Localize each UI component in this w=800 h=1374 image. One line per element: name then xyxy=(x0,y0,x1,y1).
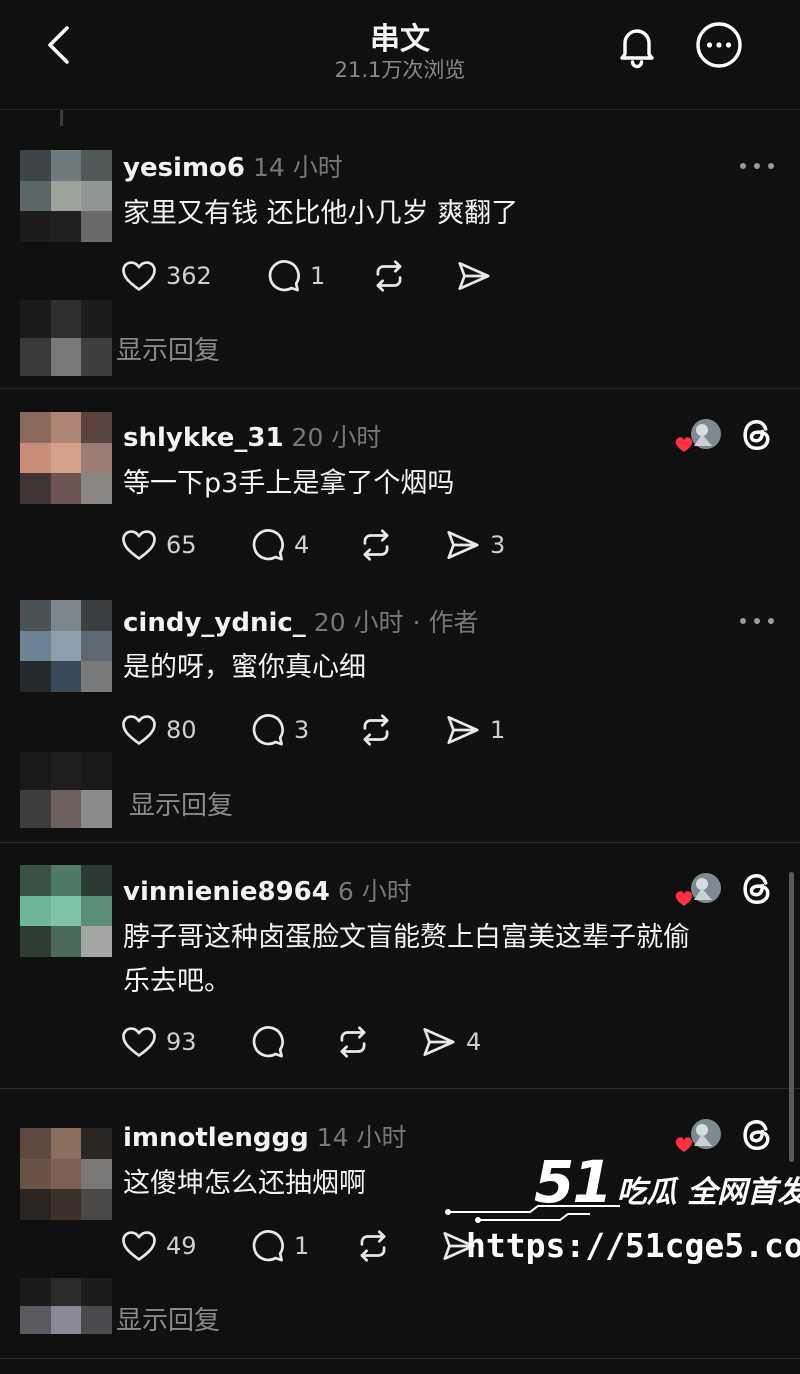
comment-icon xyxy=(248,1023,286,1061)
avatar[interactable] xyxy=(20,1128,112,1220)
comment-icon xyxy=(248,1227,286,1265)
repost-icon xyxy=(370,257,408,295)
avatar[interactable] xyxy=(20,412,112,504)
reply-count: 3 xyxy=(294,716,310,744)
show-replies-link[interactable]: 显示回复 xyxy=(129,785,233,822)
username[interactable]: cindy_ydnic_ 20 小时 · 作者 xyxy=(123,603,479,639)
repost-icon xyxy=(354,1227,392,1265)
comment-icon xyxy=(264,257,302,295)
repost-icon xyxy=(357,711,395,749)
timestamp: 14 小时 xyxy=(316,1123,407,1152)
share-count: 1 xyxy=(490,716,506,744)
comment-text: 是的呀，蜜你真心细 xyxy=(123,652,366,683)
divider xyxy=(0,1358,800,1359)
like-count: 93 xyxy=(166,1028,197,1056)
repost-button[interactable] xyxy=(357,525,395,565)
show-replies-link[interactable]: 显示回复 xyxy=(116,1300,220,1337)
heart-icon xyxy=(120,1227,158,1265)
username[interactable]: yesimo6 14 小时 xyxy=(123,148,343,184)
share-icon xyxy=(444,526,482,564)
reply-button[interactable] xyxy=(248,1022,286,1062)
repost-button[interactable] xyxy=(357,710,395,750)
author-liked-badge xyxy=(672,870,724,914)
comment-icon xyxy=(248,526,286,564)
like-button[interactable]: 362 xyxy=(120,256,212,296)
avatar[interactable] xyxy=(20,865,112,957)
author-tag: · 作者 xyxy=(412,608,479,637)
heart-icon xyxy=(675,437,693,452)
share-count: 4 xyxy=(466,1028,482,1056)
username[interactable]: imnotlenggg 14 小时 xyxy=(123,1118,406,1154)
top-bar: 串文 21.1万次浏览 xyxy=(0,0,800,110)
repost-button[interactable] xyxy=(334,1022,372,1062)
reply-button[interactable]: 1 xyxy=(264,256,325,296)
avatar[interactable] xyxy=(20,600,112,692)
reply-avatar-stack xyxy=(20,300,112,376)
divider xyxy=(0,842,800,843)
like-button[interactable]: 49 xyxy=(120,1226,197,1266)
username[interactable]: vinnienie8964 6 小时 xyxy=(123,872,412,908)
page-title: 串文 xyxy=(370,22,430,57)
share-icon xyxy=(455,257,493,295)
comment-text: 家里又有钱 还比他小几岁 爽翻了 xyxy=(123,198,519,229)
heart-icon xyxy=(120,1023,158,1061)
reply-button[interactable]: 4 xyxy=(248,525,309,565)
repost-button[interactable] xyxy=(370,256,408,296)
like-count: 65 xyxy=(166,531,197,559)
share-button[interactable] xyxy=(455,256,493,296)
bell-icon[interactable] xyxy=(612,20,662,70)
share-button[interactable]: 3 xyxy=(444,525,505,565)
like-button[interactable]: 65 xyxy=(120,525,197,565)
show-replies-link[interactable]: 显示回复 xyxy=(116,330,220,367)
timestamp: 20 小时 xyxy=(291,423,382,452)
heart-icon xyxy=(120,526,158,564)
watermark-url: https://51cge5.com xyxy=(466,1226,800,1265)
reply-avatar-stack xyxy=(20,752,112,828)
like-count: 362 xyxy=(166,262,212,290)
share-count: 3 xyxy=(490,531,506,559)
reply-count: 1 xyxy=(294,1232,310,1260)
reply-button[interactable]: 3 xyxy=(248,710,309,750)
comment-icon xyxy=(248,711,286,749)
timestamp: 14 小时 xyxy=(253,153,343,182)
share-icon xyxy=(444,711,482,749)
more-circle-icon[interactable] xyxy=(694,20,744,70)
threads-logo-icon xyxy=(738,416,776,454)
repost-button[interactable] xyxy=(354,1226,392,1266)
share-button[interactable]: 1 xyxy=(444,710,505,750)
thread-line xyxy=(60,110,63,126)
divider xyxy=(0,1088,800,1089)
reply-button[interactable]: 1 xyxy=(248,1226,309,1266)
avatar[interactable] xyxy=(20,150,112,242)
timestamp: 6 小时 xyxy=(337,877,412,906)
scrollbar[interactable] xyxy=(789,872,794,1162)
repost-icon xyxy=(334,1023,372,1061)
heart-icon xyxy=(120,711,158,749)
like-count: 49 xyxy=(166,1232,197,1260)
heart-icon xyxy=(675,891,693,906)
more-dots-icon[interactable] xyxy=(738,158,776,172)
share-icon xyxy=(420,1023,458,1061)
like-button[interactable]: 80 xyxy=(120,710,197,750)
repost-icon xyxy=(357,526,395,564)
divider xyxy=(0,388,800,389)
share-button[interactable]: 4 xyxy=(420,1022,481,1062)
like-button[interactable]: 93 xyxy=(120,1022,197,1062)
threads-logo-icon xyxy=(738,870,776,908)
like-count: 80 xyxy=(166,716,197,744)
more-dots-icon[interactable] xyxy=(738,613,776,627)
timestamp: 20 小时 xyxy=(313,608,404,637)
reply-count: 4 xyxy=(294,531,310,559)
author-liked-badge xyxy=(672,416,724,460)
reply-count: 1 xyxy=(310,262,326,290)
heart-icon xyxy=(120,257,158,295)
comment-text: 等一下p3手上是拿了个烟吗 xyxy=(123,468,455,499)
reply-avatar-stack xyxy=(20,1278,112,1334)
view-count: 21.1万次浏览 xyxy=(334,58,466,82)
username[interactable]: shlykke_31 20 小时 xyxy=(123,418,381,454)
comment-text: 脖子哥这种卤蛋脸文盲能赘上白富美这辈子就偷 乐去吧。 xyxy=(123,922,690,997)
